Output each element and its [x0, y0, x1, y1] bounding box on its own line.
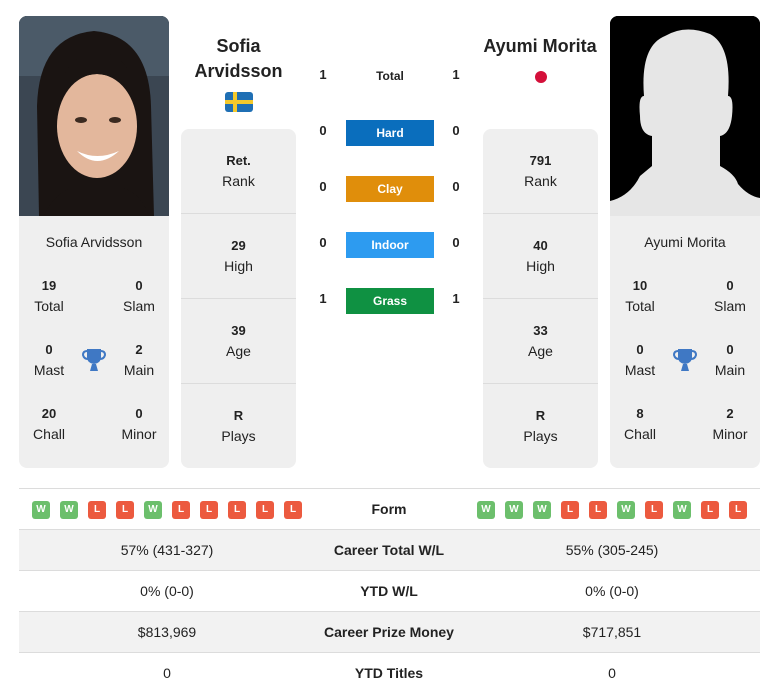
h2h-clay-right: 0 [452, 179, 460, 194]
form-loss-badge[interactable]: L [589, 501, 607, 519]
player-card-left: Sofia Arvidsson 19 Total 0 Slam 0 Mast 2… [19, 216, 169, 468]
player-name-left: Sofia Arvidsson [45, 234, 143, 250]
age-cell: 33 Age [483, 299, 598, 384]
player-heading-right[interactable]: Ayumi Morita [470, 34, 610, 59]
form-win-badge[interactable]: W [144, 501, 162, 519]
h2h-total-right: 1 [452, 67, 460, 82]
titles-mast: 0 Mast [33, 342, 65, 378]
form-loss-badge[interactable]: L [256, 501, 274, 519]
titles-total: 10 Total [625, 278, 655, 314]
surface-grass-badge[interactable]: Grass [346, 288, 434, 314]
titles-chall: 8 Chall [624, 406, 656, 442]
form-loss-badge[interactable]: L [284, 501, 302, 519]
form-win-badge[interactable]: W [617, 501, 635, 519]
surface-clay-badge[interactable]: Clay [346, 176, 434, 202]
plays-cell: R Plays [221, 408, 256, 444]
surface-hard-badge[interactable]: Hard [346, 120, 434, 146]
ranking-column-left: Ret. Rank 29 High 39 Age R Plays [181, 129, 296, 468]
h2h-grass-left: 1 [319, 291, 327, 306]
titles-slam: 0 Slam [714, 278, 746, 314]
titles-mast: 0 Mast [624, 342, 656, 378]
h2h-indoor-right: 0 [452, 235, 460, 250]
form-loss-badge[interactable]: L [172, 501, 190, 519]
h2h-hard-right: 0 [452, 123, 460, 138]
form-win-badge[interactable]: W [673, 501, 691, 519]
stats-row-ytd-titles: 0 YTD Titles 0 [163, 665, 616, 681]
form-loss-badge[interactable]: L [200, 501, 218, 519]
titles-main: 0 Main [714, 342, 746, 378]
rank-cell: Ret. Rank [181, 129, 296, 214]
age-cell: 39 Age [181, 299, 296, 384]
form-loss-badge[interactable]: L [561, 501, 579, 519]
sweden-flag-icon [225, 92, 253, 112]
form-win-badge[interactable]: W [533, 501, 551, 519]
rank-cell: 791 Rank [483, 129, 598, 214]
titles-total: 19 Total [34, 278, 64, 314]
player-photo-right [610, 16, 760, 216]
player-photo-left [19, 16, 169, 216]
titles-minor: 0 Minor [121, 406, 157, 442]
form-loss-badge[interactable]: L [228, 501, 246, 519]
h2h-total-left: 1 [319, 67, 327, 82]
h2h-grass-right: 1 [452, 291, 460, 306]
ranking-column-right: 791 Rank 40 High 33 Age R Plays [483, 129, 598, 468]
form-loss-badge[interactable]: L [88, 501, 106, 519]
stats-row-ytd-wl: 0% (0-0) YTD W/L 0% (0-0) [19, 571, 760, 612]
form-row: WWLLWLLLLL Form WWWLLWLWLL [19, 489, 760, 529]
form-loss-badge[interactable]: L [116, 501, 134, 519]
h2h-hard-left: 0 [319, 123, 327, 138]
high-cell: 40 High [483, 214, 598, 299]
h2h-indoor-left: 0 [319, 235, 327, 250]
form-win-badge[interactable]: W [60, 501, 78, 519]
surface-indoor-badge[interactable]: Indoor [346, 232, 434, 258]
stats-row-career-wl: 57% (431-327) Career Total W/L 55% (305-… [19, 530, 760, 571]
plays-cell: R Plays [523, 408, 558, 444]
player-heading-left[interactable]: Sofia Arvidsson [181, 34, 296, 84]
form-win-badge[interactable]: W [32, 501, 50, 519]
h2h-clay-left: 0 [319, 179, 327, 194]
titles-slam: 0 Slam [123, 278, 155, 314]
form-win-badge[interactable]: W [477, 501, 495, 519]
player-card-right: Ayumi Morita 10 Total 0 Slam 0 Mast 0 Ma… [610, 216, 760, 468]
form-loss-badge[interactable]: L [701, 501, 719, 519]
titles-minor: 2 Minor [712, 406, 748, 442]
h2h-total-label: Total [376, 69, 404, 83]
japan-flag-icon [535, 71, 547, 83]
titles-chall: 20 Chall [33, 406, 65, 442]
trophy-icon [81, 347, 107, 373]
titles-main: 2 Main [123, 342, 155, 378]
trophy-icon [672, 347, 698, 373]
form-loss-badge[interactable]: L [645, 501, 663, 519]
form-loss-badge[interactable]: L [729, 501, 747, 519]
stats-row-prize-money: $813,969 Career Prize Money $717,851 [19, 612, 760, 653]
form-win-badge[interactable]: W [505, 501, 523, 519]
form-label: Form [371, 501, 407, 517]
high-cell: 29 High [181, 214, 296, 299]
player-name-right: Ayumi Morita [644, 234, 726, 250]
